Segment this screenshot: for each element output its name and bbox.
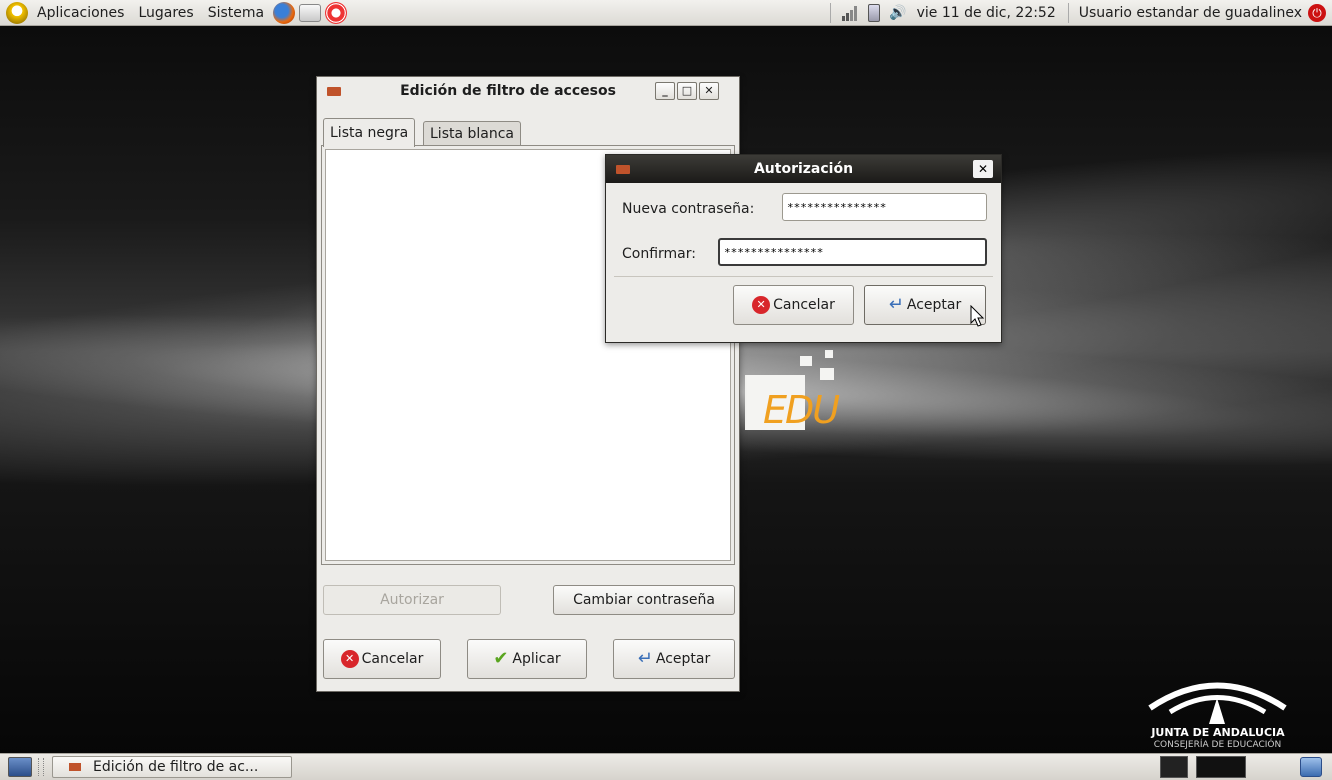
network-signal-icon[interactable] xyxy=(841,5,859,21)
tab-lista-blanca[interactable]: Lista blanca xyxy=(423,121,522,146)
tray-separator xyxy=(1067,3,1069,23)
clock[interactable]: vie 11 de dic, 22:52 xyxy=(911,5,1062,21)
change-password-label: Cambiar contraseña xyxy=(573,592,715,608)
distro-logo-icon[interactable] xyxy=(6,1,28,24)
authorization-dialog: Autorización ✕ Nueva contraseña: Confirm… xyxy=(605,154,1002,343)
cancel-button[interactable]: ✕ Cancelar xyxy=(323,639,441,679)
workspace-1-icon[interactable] xyxy=(1160,756,1188,778)
window-titlebar[interactable]: Edición de filtro de accesos _ □ ✕ xyxy=(317,77,739,105)
confirm-password-field[interactable] xyxy=(718,238,987,266)
taskbar-item[interactable]: Edición de filtro de ac... xyxy=(52,756,292,778)
cancel-icon: ✕ xyxy=(752,296,771,314)
junta-line1: JUNTA DE ANDALUCIA xyxy=(1151,726,1285,739)
close-button[interactable]: ✕ xyxy=(699,82,719,100)
tab-lista-negra[interactable]: Lista negra xyxy=(323,118,416,147)
mouse-cursor-icon xyxy=(970,305,985,327)
change-password-button[interactable]: Cambiar contraseña xyxy=(553,585,735,615)
checkmark-icon: ✔ xyxy=(493,648,509,669)
mail-icon[interactable] xyxy=(299,3,322,22)
tab-label: Lista blanca xyxy=(430,126,515,142)
user-name[interactable]: Usuario estandar de guadalinex xyxy=(1075,5,1306,21)
enter-arrow-icon: ↵ xyxy=(888,294,904,315)
system-tray: 🔊 vie 11 de dic, 22:52 Usuario estandar … xyxy=(824,0,1332,26)
minimize-button[interactable]: _ xyxy=(655,82,675,100)
enter-arrow-icon: ↵ xyxy=(637,648,653,669)
show-desktop-icon[interactable] xyxy=(8,757,32,777)
new-password-field[interactable] xyxy=(782,193,987,221)
junta-arch-icon xyxy=(1148,682,1287,724)
accept-button[interactable]: ↵ Aceptar xyxy=(613,639,735,679)
task-label: Edición de filtro de ac... xyxy=(93,759,259,775)
junta-line2: CONSEJERÍA DE EDUCACIÓN xyxy=(1153,740,1282,750)
dialog-title: Autorización xyxy=(753,161,854,177)
workspace-2-icon[interactable] xyxy=(1196,756,1246,778)
cancel-icon: ✕ xyxy=(340,650,359,668)
top-panel: Aplicaciones Lugares Sistema 🔊 vie 11 de… xyxy=(0,0,1332,26)
apply-label: Aplicar xyxy=(512,651,561,667)
authorize-label: Autorizar xyxy=(380,592,444,608)
app-icon xyxy=(327,87,341,96)
maximize-button[interactable]: □ xyxy=(677,82,697,100)
dialog-cancel-label: Cancelar xyxy=(773,297,835,313)
menu-lugares[interactable]: Lugares xyxy=(131,0,200,26)
menu-aplicaciones[interactable]: Aplicaciones xyxy=(30,0,131,26)
dialog-app-icon xyxy=(616,165,630,174)
dialog-cancel-button[interactable]: ✕ Cancelar xyxy=(733,285,854,325)
confirm-label: Confirmar: xyxy=(622,246,696,262)
task-app-icon xyxy=(69,763,81,771)
cancel-label: Cancelar xyxy=(361,651,424,667)
help-lifebuoy-icon[interactable] xyxy=(325,1,348,24)
firefox-icon[interactable] xyxy=(273,1,296,24)
trash-icon[interactable] xyxy=(1300,757,1322,777)
junta-logo: JUNTA DE ANDALUCIA CONSEJERÍA DE EDUCACI… xyxy=(1130,668,1305,753)
volume-icon[interactable]: 🔊 xyxy=(889,5,906,21)
dialog-titlebar[interactable]: Autorización ✕ xyxy=(606,155,1001,183)
authorize-button: Autorizar xyxy=(323,585,501,615)
new-password-label: Nueva contraseña: xyxy=(622,201,755,217)
battery-icon[interactable] xyxy=(868,4,881,22)
accept-label: Aceptar xyxy=(655,651,711,667)
apply-button[interactable]: ✔ Aplicar xyxy=(467,639,587,679)
power-icon[interactable]: ⏻ xyxy=(1308,4,1326,22)
edu-logo: EDU xyxy=(745,350,895,435)
panel-handle xyxy=(38,758,44,776)
dialog-separator xyxy=(614,276,993,277)
edu-logo-text: EDU xyxy=(763,388,840,432)
tray-handle xyxy=(830,3,832,23)
tab-label: Lista negra xyxy=(330,125,409,141)
window-title: Edición de filtro de accesos xyxy=(400,83,616,99)
dialog-close-icon[interactable]: ✕ xyxy=(973,160,993,178)
bottom-panel: Edición de filtro de ac... xyxy=(0,753,1332,780)
dialog-accept-label: Aceptar xyxy=(906,297,962,313)
menu-sistema[interactable]: Sistema xyxy=(201,0,271,26)
dialog-accept-button[interactable]: ↵ Aceptar xyxy=(864,285,986,325)
